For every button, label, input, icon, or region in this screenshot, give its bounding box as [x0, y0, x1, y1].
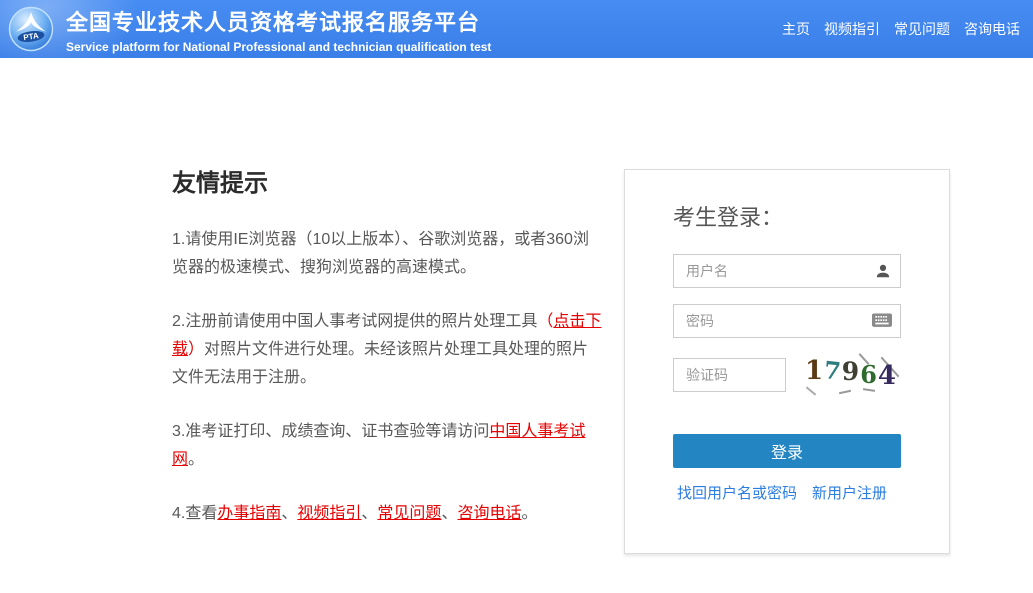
nav-contact-phone[interactable]: 咨询电话	[964, 19, 1020, 39]
login-button[interactable]: 登录	[673, 434, 901, 468]
site-subtitle: Service platform for National Profession…	[66, 40, 491, 54]
service-guide-link[interactable]: 办事指南	[217, 505, 281, 522]
tip-more-links: 4.查看办事指南、视频指引、常见问题、咨询电话。	[172, 500, 604, 528]
nav-faq[interactable]: 常见问题	[894, 19, 950, 39]
site-title: 全国专业技术人员资格考试报名服务平台	[66, 5, 491, 37]
keyboard-icon[interactable]	[872, 313, 892, 329]
username-field-wrapper	[673, 254, 901, 288]
faq-link[interactable]: 常见问题	[377, 505, 441, 522]
friendly-tips: 友情提示 1.请使用IE浏览器（10以上版本）、谷歌浏览器，或者360浏览器的极…	[172, 163, 604, 554]
paren-open: （	[537, 313, 553, 330]
tip-photo-tool: 2.注册前请使用中国人事考试网提供的照片处理工具（点击下载）对照片文件进行处理。…	[172, 308, 604, 392]
captcha-row: 17964	[673, 354, 901, 396]
login-panel: 考生登录：	[624, 169, 950, 554]
tips-heading: 友情提示	[172, 163, 604, 198]
user-icon	[874, 262, 892, 280]
tip-browser: 1.请使用IE浏览器（10以上版本）、谷歌浏览器，或者360浏览器的极速模式、搜…	[172, 226, 604, 282]
password-input[interactable]	[673, 304, 901, 338]
nav-home[interactable]: 主页	[782, 19, 810, 39]
video-guide-link[interactable]: 视频指引	[297, 505, 361, 522]
tip-cpta-site: 3.准考证打印、成绩查询、证书查验等请访问中国人事考试网。	[172, 418, 604, 474]
password-field-wrapper	[673, 304, 901, 338]
captcha-digits: 17964	[805, 356, 897, 386]
captcha-noise	[806, 386, 816, 395]
register-link[interactable]: 新用户注册	[812, 482, 887, 503]
forgot-password-link[interactable]: 找回用户名或密码	[677, 482, 797, 503]
captcha-image[interactable]: 17964	[801, 354, 901, 396]
main-content: 友情提示 1.请使用IE浏览器（10以上版本）、谷歌浏览器，或者360浏览器的极…	[172, 58, 950, 554]
username-input[interactable]	[673, 254, 901, 288]
header: PTA 全国专业技术人员资格考试报名服务平台 Service platform …	[0, 0, 1033, 58]
title-block: 全国专业技术人员资格考试报名服务平台 Service platform for …	[66, 5, 491, 54]
site-logo: PTA	[8, 6, 54, 52]
paren-close: ）	[188, 341, 204, 358]
login-heading: 考生登录：	[673, 200, 901, 232]
login-links: 找回用户名或密码 新用户注册	[673, 482, 901, 503]
contact-phone-link[interactable]: 咨询电话	[457, 505, 521, 522]
top-navigation: 主页 视频指引 常见问题 咨询电话	[782, 19, 1033, 39]
captcha-noise	[839, 390, 851, 394]
nav-video-guide[interactable]: 视频指引	[824, 19, 880, 39]
captcha-input[interactable]	[673, 358, 786, 392]
